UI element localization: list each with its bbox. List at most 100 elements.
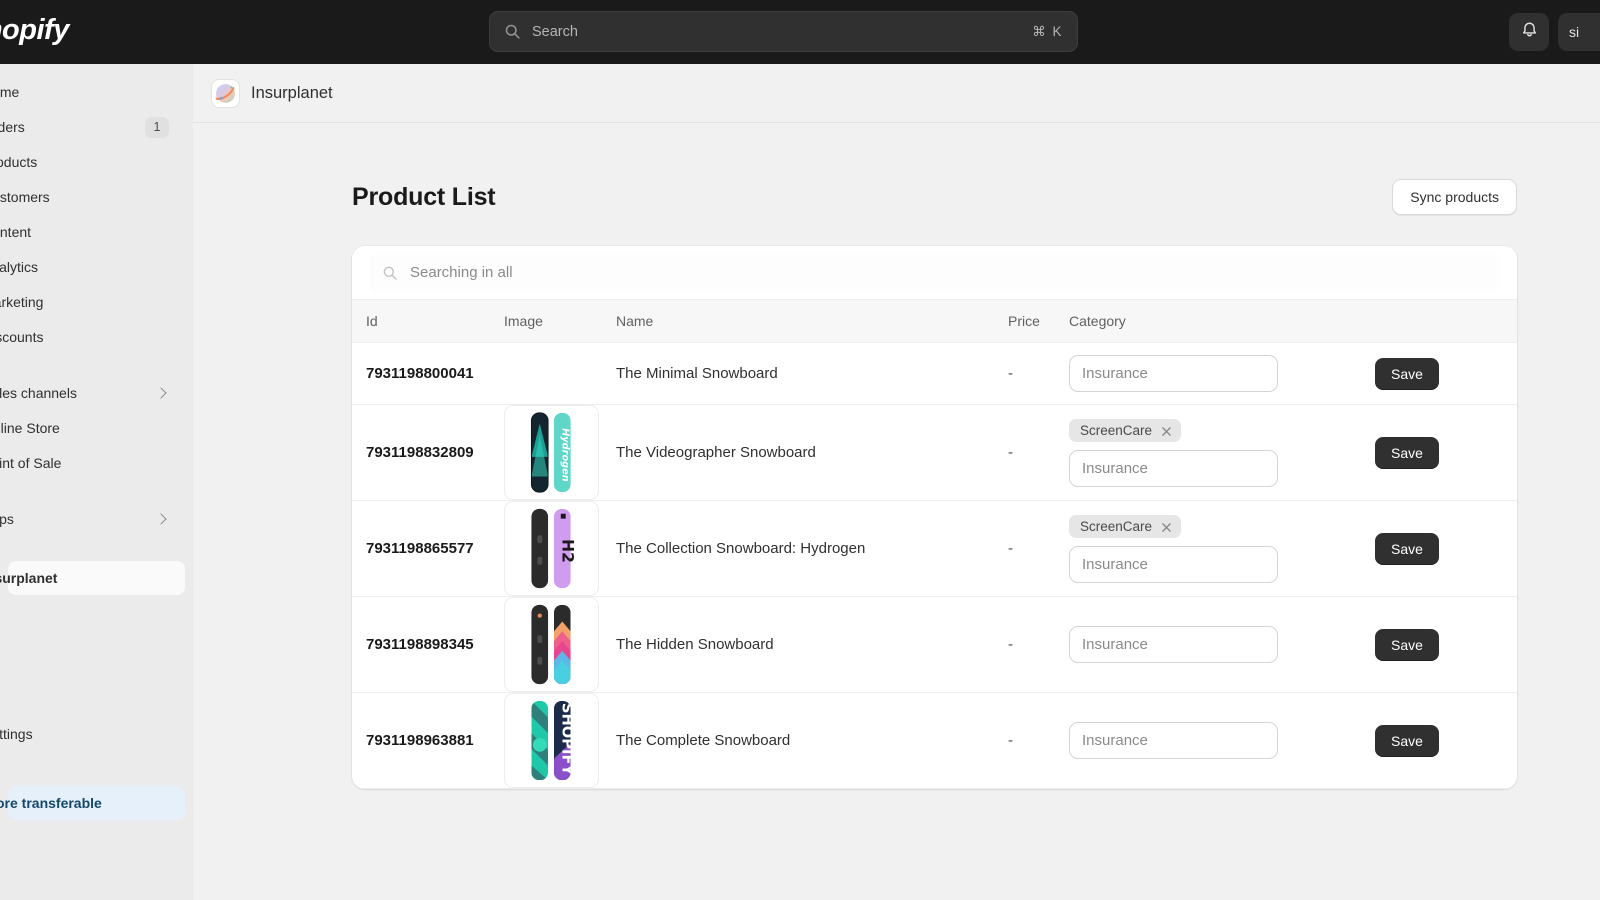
global-search-placeholder: Search: [532, 23, 578, 40]
chevron-right-icon[interactable]: [155, 387, 167, 399]
sidebar-item-customers[interactable]: Customers: [0, 180, 185, 214]
sidebar-item-label: Products: [0, 154, 38, 170]
sidebar-item-label: Apps: [0, 511, 14, 527]
search-icon: [382, 265, 398, 281]
svg-text:H2: H2: [558, 539, 577, 563]
cell-actions: Save: [1327, 404, 1517, 501]
column-header-name: Name: [616, 299, 1008, 343]
save-button[interactable]: Save: [1375, 532, 1439, 565]
sync-products-button[interactable]: Sync products: [1392, 179, 1517, 215]
sidebar-item-analytics[interactable]: Analytics: [0, 250, 185, 284]
cell-image: [504, 596, 616, 693]
save-button[interactable]: Save: [1375, 357, 1439, 390]
cell-price: -: [1008, 596, 1069, 693]
svg-text:Hydrogen: Hydrogen: [559, 428, 570, 482]
save-button[interactable]: Save: [1375, 724, 1439, 757]
cell-name: The Complete Snowboard: [616, 692, 1008, 789]
cell-id: 7931198800041: [352, 342, 504, 405]
close-icon[interactable]: [1161, 425, 1172, 436]
orders-badge: 1: [145, 116, 169, 138]
sidebar-item-discounts[interactable]: Discounts: [0, 320, 185, 354]
cell-category: [1069, 692, 1327, 789]
shopify-logo[interactable]: Shopify: [0, 14, 69, 47]
cell-name: The Minimal Snowboard: [616, 342, 1008, 405]
cell-price: -: [1008, 500, 1069, 597]
sidebar-item-home[interactable]: Home: [0, 75, 185, 109]
sidebar-item-label: Content: [0, 224, 32, 240]
cell-price: -: [1008, 404, 1069, 501]
sidebar-item-insurplanet[interactable]: Insurplanet: [0, 561, 185, 595]
product-thumbnail[interactable]: [504, 597, 599, 692]
sidebar-item-marketing[interactable]: Marketing: [0, 285, 185, 319]
close-icon[interactable]: [1161, 521, 1172, 532]
sidebar-item-products[interactable]: Products: [0, 145, 185, 179]
sidebar-item-label: Discounts: [0, 329, 44, 345]
category-chip-label: ScreenCare: [1080, 518, 1153, 534]
cell-actions: Save: [1327, 596, 1517, 693]
category-input[interactable]: [1069, 449, 1278, 487]
app-header: Insurplanet: [193, 64, 1600, 123]
sidebar-item-label: Store transferable: [0, 795, 102, 811]
sidebar-item-store-transferable[interactable]: Store transferable: [0, 786, 185, 820]
save-button[interactable]: Save: [1375, 436, 1439, 469]
table-row: 7931198800041 The Minimal Snowboard - Sa…: [352, 342, 1517, 405]
category-chip: ScreenCare: [1069, 514, 1182, 538]
table-row: 7931198865577 H2 The Collection Snowboar…: [352, 500, 1517, 597]
sidebar-item-label: Home: [0, 84, 20, 100]
sidebar-item-settings[interactable]: Settings: [0, 717, 185, 751]
cell-price: -: [1008, 692, 1069, 789]
cell-id: 7931198963881: [352, 692, 504, 789]
cell-id: 7931198832809: [352, 404, 504, 501]
category-input[interactable]: [1069, 722, 1278, 759]
sidebar-item-label: Marketing: [0, 294, 44, 310]
cell-category: ScreenCare: [1069, 404, 1327, 501]
sidebar-item-orders[interactable]: Orders 1: [0, 110, 185, 144]
sidebar-item-label: Orders: [0, 119, 25, 135]
sidebar-item-label: Analytics: [0, 259, 39, 275]
product-thumbnail[interactable]: SHOPIFY: [504, 693, 599, 788]
main-content: Insurplanet Product List Sync products S…: [193, 64, 1600, 900]
column-header-image: Image: [504, 299, 616, 343]
table-row: 7931198832809 Hydrogen The Videographer …: [352, 404, 1517, 501]
column-header-category: Category: [1069, 299, 1327, 343]
category-chip: ScreenCare: [1069, 418, 1182, 442]
chevron-right-icon[interactable]: [155, 513, 167, 525]
table-row: 7931198963881 SHOPIFY The Complete Snowb…: [352, 692, 1517, 789]
sidebar-item-label: Sales channels: [0, 385, 77, 401]
table-search-bar[interactable]: Searching in all: [352, 246, 1517, 299]
sidebar-item-content[interactable]: Content: [0, 215, 185, 249]
product-thumbnail[interactable]: H2: [504, 501, 599, 596]
app-title: Insurplanet: [251, 83, 333, 102]
product-table: Id Image Name Price Category 79311988000…: [352, 299, 1517, 789]
column-header-actions: [1327, 299, 1517, 343]
cell-category: ScreenCare: [1069, 500, 1327, 597]
sidebar: Home Orders 1 Products Customers Content…: [0, 64, 193, 900]
notifications-button[interactable]: [1509, 13, 1549, 51]
sidebar-item-point-of-sale[interactable]: Point of Sale: [0, 446, 185, 480]
cell-category: [1069, 596, 1327, 693]
planet-icon: [212, 79, 239, 107]
page-title: Product List: [352, 182, 496, 211]
product-thumbnail[interactable]: Hydrogen: [504, 405, 599, 500]
product-list-card: Searching in all Id Image Name Price Cat…: [352, 246, 1517, 789]
sidebar-item-label: Insurplanet: [0, 570, 58, 586]
sidebar-item-label: Online Store: [0, 420, 60, 436]
account-menu-button[interactable]: si: [1558, 13, 1600, 51]
category-input[interactable]: [1069, 545, 1278, 583]
sidebar-item-apps[interactable]: Apps: [0, 502, 185, 536]
table-header-row: Id Image Name Price Category: [352, 299, 1517, 343]
sidebar-item-label: Customers: [0, 189, 50, 205]
sidebar-item-label: Settings: [0, 726, 33, 742]
account-label: si: [1569, 24, 1580, 40]
global-search-box[interactable]: Search ⌘ K: [489, 11, 1078, 52]
sidebar-item-online-store[interactable]: Online Store: [0, 411, 185, 445]
cell-image: SHOPIFY: [504, 692, 616, 789]
category-input[interactable]: [1069, 355, 1278, 392]
cell-price: -: [1008, 342, 1069, 405]
bell-icon: [1520, 20, 1539, 44]
cell-category: [1069, 342, 1327, 405]
cell-actions: Save: [1327, 500, 1517, 597]
save-button[interactable]: Save: [1375, 628, 1439, 661]
sidebar-item-sales-channels[interactable]: Sales channels: [0, 376, 185, 410]
category-input[interactable]: [1069, 626, 1278, 663]
